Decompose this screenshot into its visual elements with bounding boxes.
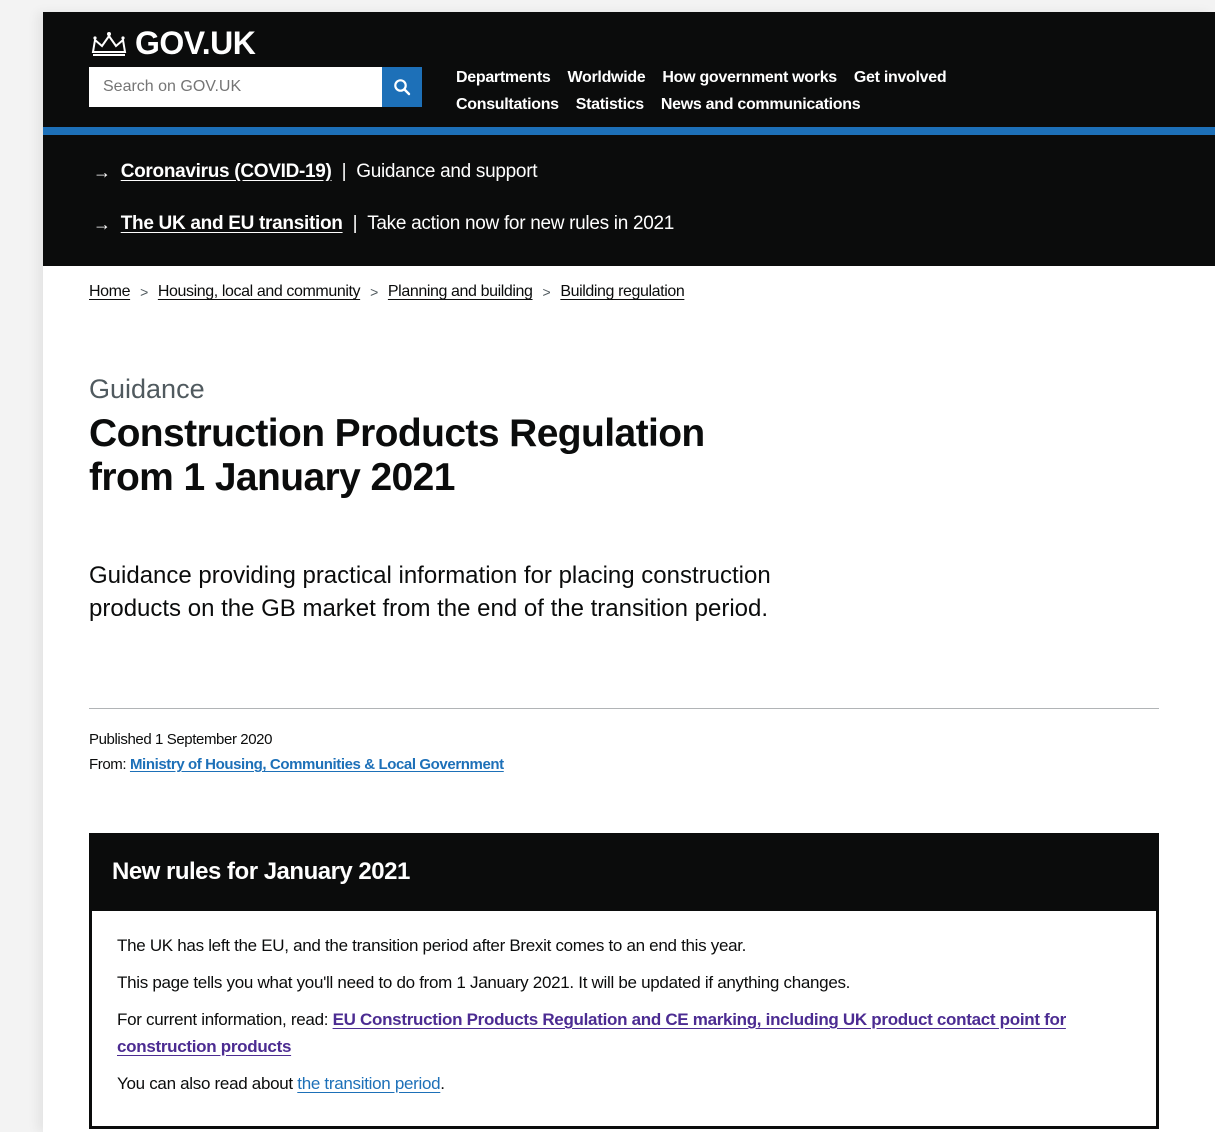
- nav-link-get-involved[interactable]: Get involved: [854, 69, 947, 87]
- logo-text: GOV.UK: [135, 25, 256, 61]
- breadcrumb-home[interactable]: Home: [89, 283, 130, 301]
- callout-body: The UK has left the EU, and the transiti…: [117, 932, 1117, 1107]
- crown-icon: [91, 31, 127, 56]
- nav-row-2: Consultations Statistics News and commun…: [456, 91, 946, 118]
- banner-link-covid[interactable]: Coronavirus (COVID-19): [121, 161, 332, 183]
- chevron-right-icon: >: [542, 284, 551, 300]
- metadata: Published 1 September 2020 From: Ministr…: [89, 727, 504, 777]
- site-header: GOV.UK Departments Worldwide How governm…: [43, 12, 1215, 127]
- from-label: From:: [89, 756, 127, 773]
- page-title: Construction Products Regulation from 1 …: [89, 412, 705, 499]
- callout-paragraph-3: For current information, read: EU Constr…: [117, 1006, 1117, 1060]
- chevron-right-icon: >: [370, 284, 378, 300]
- search-icon: [394, 79, 411, 96]
- search-box: [89, 67, 422, 107]
- banner-separator: |: [352, 213, 358, 234]
- nav-link-news[interactable]: News and communications: [661, 96, 861, 114]
- arrow-right-icon: →: [93, 213, 111, 234]
- banner-item-covid: → Coronavirus (COVID-19) | Guidance and …: [93, 161, 538, 183]
- search-input[interactable]: [89, 67, 422, 107]
- callout-p4-suffix: .: [440, 1074, 445, 1093]
- nav-link-how-government-works[interactable]: How government works: [662, 69, 837, 87]
- published-date: Published 1 September 2020: [89, 731, 273, 748]
- callout-heading: New rules for January 2021: [112, 858, 410, 885]
- nav-link-consultations[interactable]: Consultations: [456, 96, 559, 114]
- notification-banner: → Coronavirus (COVID-19) | Guidance and …: [43, 135, 1215, 266]
- new-rules-callout: New rules for January 2021 The UK has le…: [89, 833, 1159, 1129]
- govuk-logo[interactable]: GOV.UK: [89, 25, 256, 62]
- callout-paragraph-2: This page tells you what you'll need to …: [117, 973, 851, 992]
- nav-link-departments[interactable]: Departments: [456, 69, 551, 87]
- breadcrumb-housing[interactable]: Housing, local and community: [158, 283, 361, 301]
- nav-link-statistics[interactable]: Statistics: [576, 96, 644, 114]
- header-accent-bar: [43, 127, 1215, 135]
- breadcrumb-building-regulation[interactable]: Building regulation: [560, 283, 684, 301]
- banner-separator: |: [341, 161, 347, 182]
- from-line: From: Ministry of Housing, Communities &…: [89, 752, 504, 777]
- banner-text-transition: Take action now for new rules in 2021: [367, 213, 675, 234]
- breadcrumb: Home > Housing, local and community > Pl…: [89, 283, 685, 301]
- transition-period-link[interactable]: the transition period: [297, 1074, 440, 1093]
- divider: [89, 708, 1159, 709]
- callout-paragraph-1: The UK has left the EU, and the transiti…: [117, 936, 747, 955]
- chevron-right-icon: >: [140, 284, 148, 300]
- callout-p3-prefix: For current information, read:: [117, 1010, 329, 1029]
- banner-item-transition: → The UK and EU transition | Take action…: [93, 213, 674, 235]
- breadcrumb-planning[interactable]: Planning and building: [388, 283, 533, 301]
- arrow-right-icon: →: [93, 161, 111, 182]
- callout-p4-prefix: You can also read about: [117, 1074, 293, 1093]
- callout-paragraph-4: You can also read about the transition p…: [117, 1070, 1117, 1097]
- page-lead: Guidance providing practical information…: [89, 562, 771, 622]
- search-button[interactable]: [382, 67, 422, 107]
- banner-text-covid: Guidance and support: [356, 161, 538, 182]
- from-organisation-link[interactable]: Ministry of Housing, Communities & Local…: [130, 756, 504, 773]
- nav-link-worldwide[interactable]: Worldwide: [568, 69, 646, 87]
- main-navigation: Departments Worldwide How government wor…: [456, 64, 947, 118]
- banner-link-transition[interactable]: The UK and EU transition: [121, 213, 343, 235]
- page-caption: Guidance: [89, 374, 205, 404]
- callout-header: New rules for January 2021: [92, 836, 1156, 911]
- page: GOV.UK Departments Worldwide How governm…: [43, 12, 1215, 1132]
- nav-row-1: Departments Worldwide How government wor…: [456, 64, 947, 91]
